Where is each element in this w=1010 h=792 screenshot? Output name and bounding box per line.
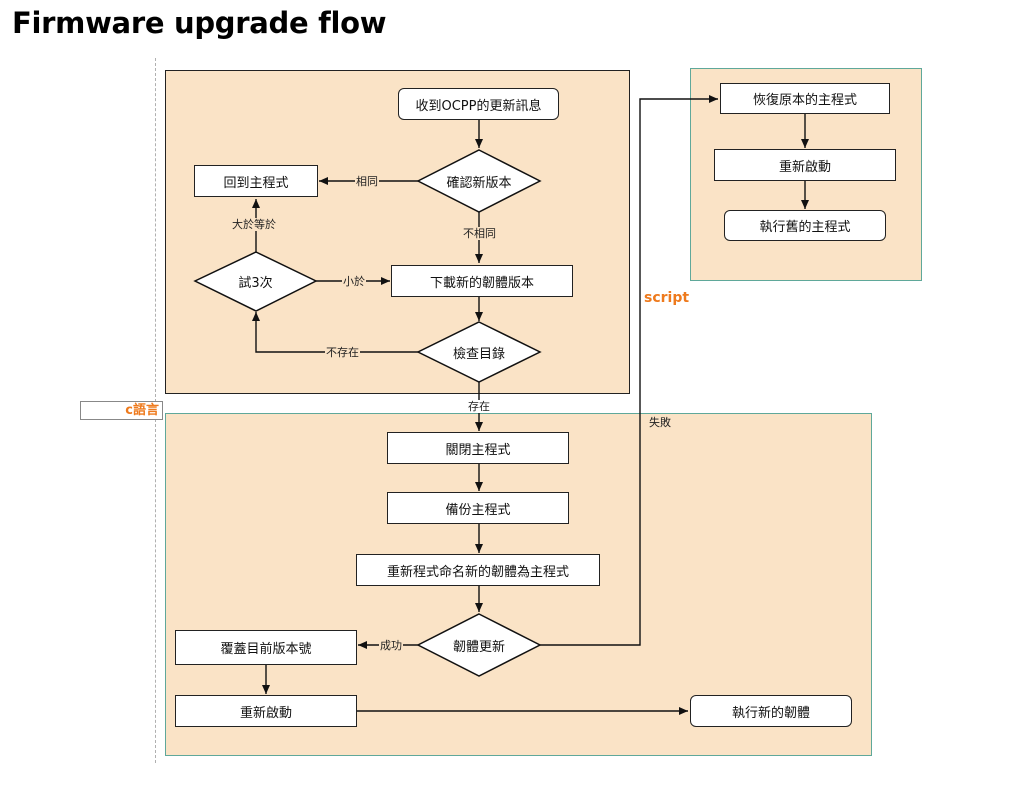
edge-label-greater-equal: 大於等於 (231, 218, 277, 231)
run-new-fw-node: 執行新的韌體 (690, 695, 852, 727)
rename-fw-node: 重新程式命名新的韌體為主程式 (356, 554, 600, 586)
edge-label-less-than: 小於 (342, 275, 366, 288)
reboot-right-node: 重新啟動 (714, 149, 896, 181)
fw-update-label: 韌體更新 (452, 639, 505, 655)
edge-label-exist: 存在 (467, 400, 491, 413)
receive-ocpp-node: 收到OCPP的更新訊息 (398, 88, 559, 120)
try-three-label: 試3次 (238, 275, 273, 291)
close-main-node: 關閉主程式 (387, 432, 569, 464)
restore-main-node: 恢復原本的主程式 (720, 83, 890, 114)
edge-label-success: 成功 (379, 639, 403, 652)
return-main-node: 回到主程式 (194, 165, 318, 197)
edge-label-not-same: 不相同 (462, 227, 497, 240)
edge-label-same: 相同 (355, 175, 379, 188)
edge-label-fail: 失敗 (648, 416, 672, 429)
confirm-version-label: 確認新版本 (446, 175, 512, 191)
reboot-bottom-node: 重新啟動 (175, 695, 357, 727)
edge-label-not-exist: 不存在 (325, 346, 360, 359)
check-dir-label: 檢查目錄 (452, 346, 505, 362)
download-fw-node: 下載新的韌體版本 (391, 265, 573, 297)
overwrite-version-node: 覆蓋目前版本號 (175, 630, 357, 665)
run-old-main-node: 執行舊的主程式 (724, 210, 886, 241)
backup-main-node: 備份主程式 (387, 492, 569, 524)
